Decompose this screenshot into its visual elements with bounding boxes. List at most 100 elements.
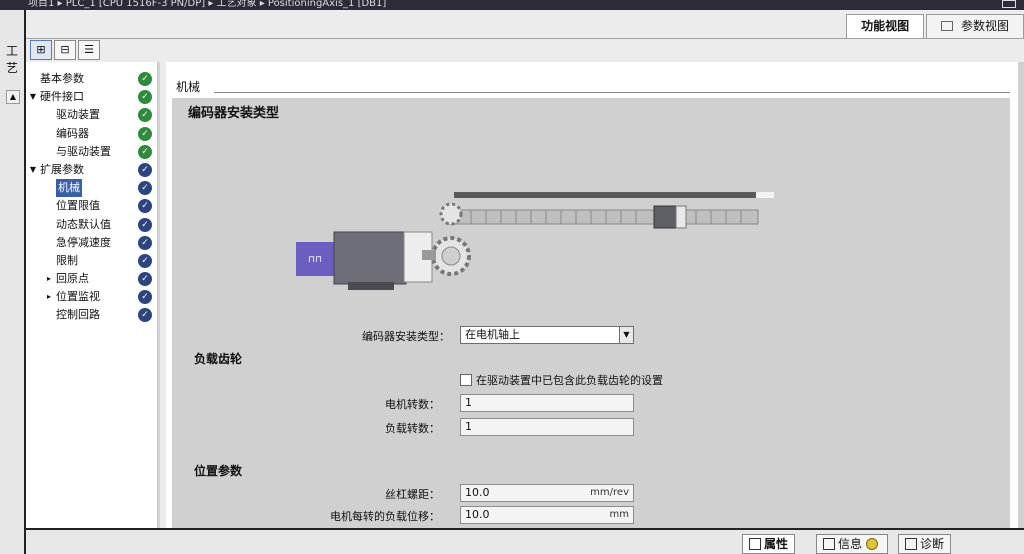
checkmark-icon: ✓ <box>138 235 152 250</box>
load-per-rev-value: 10.0 <box>465 508 490 521</box>
tree-item[interactable]: 基本参数 ✓ <box>26 70 157 88</box>
load-revolutions-field[interactable]: 1 <box>460 418 634 436</box>
tab-properties-label: 属性 <box>764 537 789 551</box>
tree-item[interactable]: 编码器 ✓ <box>26 125 157 143</box>
content-area: 机械 编码器安装类型 ⊓⊓ 编码器安装类型： 在电机轴上 ▼ 负载齿轮 在驱动装… <box>166 62 1018 528</box>
load-gear-heading: 负载齿轮 <box>194 352 243 366</box>
window-restore-icon[interactable] <box>1002 0 1016 8</box>
lead-screw-pitch-field[interactable]: 10.0 mm/rev <box>460 484 634 502</box>
info-icon <box>823 538 835 550</box>
tree-item-label: 机械 <box>56 179 82 198</box>
tree-item[interactable]: ▼ 扩展参数 ✓ <box>26 161 157 179</box>
checkmark-icon: ✓ <box>138 90 152 105</box>
motor-revolutions-label: 电机转数： <box>385 398 440 411</box>
tree-splitter[interactable] <box>158 62 160 528</box>
window-title-bar: 项目1 ▸ PLC_1 [CPU 1516F-3 PN/DP] ▸ 工艺对象 ▸… <box>0 0 1024 10</box>
list-icon[interactable]: ☰ <box>78 40 100 60</box>
tab-info[interactable]: 信息 <box>816 534 888 554</box>
tree-item-label: 编码器 <box>56 126 89 140</box>
tabs-divider <box>26 38 1024 39</box>
collapsed-arrow-icon[interactable]: ▸ <box>44 288 54 306</box>
scroll-up-icon[interactable]: ▲ <box>6 90 20 104</box>
tree-item[interactable]: ▼ 硬件接口 ✓ <box>26 88 157 106</box>
motor-revolutions-value: 1 <box>465 396 472 409</box>
checkmark-icon: ✓ <box>138 144 152 159</box>
collapsed-arrow-icon[interactable]: ▸ <box>44 270 54 288</box>
navigation-tree: 基本参数 ✓ ▼ 硬件接口 ✓ 驱动装置 ✓ 编码器 ✓ 与驱动装置 ✓ ▼ 扩展参数 ✓ 机械 ✓ 位置限值 ✓… <box>26 62 158 528</box>
motor-revolutions-field[interactable]: 1 <box>460 394 634 412</box>
section-divider <box>214 92 1010 93</box>
tree-item-label: 动态默认值 <box>56 217 111 231</box>
lead-screw-pitch-value: 10.0 <box>465 486 490 499</box>
svg-text:⊓⊓: ⊓⊓ <box>308 255 322 265</box>
tree-item[interactable]: ▸ 位置监视 ✓ <box>26 288 157 306</box>
vertical-scrollbar[interactable] <box>1018 62 1024 528</box>
expand-arrow-icon[interactable]: ▼ <box>28 88 38 106</box>
load-gear-checkbox-label: 在驱动装置中已包含此负载齿轮的设置 <box>476 374 663 387</box>
tree-item-label: 扩展参数 <box>40 162 84 176</box>
screw-shaft-icon <box>445 205 759 229</box>
load-revolutions-label: 负载转数： <box>385 422 440 435</box>
checkmark-icon: ✓ <box>138 199 152 214</box>
checkmark-icon: ✓ <box>138 308 152 323</box>
checkmark-icon: ✓ <box>138 72 152 86</box>
inspector-tabs-bar: 属性 信息 诊断 <box>26 528 1024 554</box>
load-gear-checkbox-row[interactable]: 在驱动装置中已包含此负载齿轮的设置 <box>460 372 663 388</box>
load-gear-checkbox[interactable] <box>460 374 472 386</box>
tree-item[interactable]: 动态默认值 ✓ <box>26 216 157 234</box>
load-per-rev-unit: mm <box>609 509 629 520</box>
tree-item[interactable]: 与驱动装置 ✓ <box>26 143 157 161</box>
tree-item-label: 硬件接口 <box>40 90 84 104</box>
tab-function-view[interactable]: 功能视图 <box>846 14 925 38</box>
tree-item[interactable]: 急停减速度 ✓ <box>26 234 157 252</box>
motor-icon: ⊓⊓ <box>296 231 436 290</box>
left-frame-label[interactable]: 工艺 <box>2 42 22 75</box>
tab-diagnostics-label: 诊断 <box>920 537 945 551</box>
left-frame: 工艺 ▲ <box>0 10 26 554</box>
section-heading: 机械 <box>176 80 201 94</box>
tree-item[interactable]: 限制 ✓ <box>26 252 157 270</box>
load-per-rev-field[interactable]: 10.0 mm <box>460 506 634 524</box>
tree-item-label: 驱动装置 <box>56 108 100 122</box>
tree-item-label: 基本参数 <box>40 72 84 85</box>
checkmark-icon: ✓ <box>138 108 152 123</box>
encoder-mount-value: 在电机轴上 <box>465 328 520 341</box>
tree-item-label: 回原点 <box>56 272 89 286</box>
expand-arrow-icon[interactable]: ▼ <box>28 161 38 179</box>
tree-item-label: 与驱动装置 <box>56 144 111 158</box>
main-panel: 功能视图 参数视图 ⊞ ⊟ ☰ 基本参数 ✓ ▼ 硬件接口 ✓ 驱动装置 ✓ 编码器 ✓ 与驱动装… <box>26 10 1024 528</box>
checkmark-icon: ✓ <box>138 290 152 305</box>
checkmark-icon: ✓ <box>138 217 152 232</box>
load-per-rev-label: 电机每转的负载位移： <box>330 510 440 523</box>
mechanics-illustration: ⊓⊓ <box>296 192 774 290</box>
encoder-mount-select[interactable]: 在电机轴上 ▼ <box>460 326 634 344</box>
tab-diagnostics[interactable]: 诊断 <box>898 534 952 554</box>
tree-item[interactable]: 驱动装置 ✓ <box>26 106 157 124</box>
expand-icon[interactable]: ⊞ <box>30 40 52 60</box>
tree-item-label: 控制回路 <box>56 308 100 322</box>
checkmark-icon: ✓ <box>138 162 152 177</box>
mechanics-form: 编码器安装类型 ⊓⊓ 编码器安装类型： 在电机轴上 ▼ 负载齿轮 在驱动装置中已… <box>172 98 1010 528</box>
tree-item-label: 限制 <box>56 253 78 267</box>
tree-item[interactable]: 控制回路 ✓ <box>26 306 157 324</box>
dropdown-arrow-icon[interactable]: ▼ <box>619 327 633 343</box>
checkmark-icon: ✓ <box>138 272 152 287</box>
tree-item[interactable]: 位置限值 ✓ <box>26 197 157 215</box>
tab-parameter-view-label: 参数视图 <box>960 19 1009 33</box>
tab-function-view-label: 功能视图 <box>861 19 910 33</box>
view-tabs: 功能视图 参数视图 <box>844 14 1024 38</box>
encoder-mount-label: 编码器安装类型： <box>362 330 450 343</box>
properties-icon <box>749 538 761 550</box>
checkmark-icon: ✓ <box>138 181 152 196</box>
tab-info-label: 信息 <box>838 537 863 551</box>
tree-item[interactable]: ▸ 回原点 ✓ <box>26 270 157 288</box>
tab-parameter-view[interactable]: 参数视图 <box>926 14 1024 38</box>
tab-properties[interactable]: 属性 <box>742 534 796 554</box>
parameter-view-icon <box>941 21 954 31</box>
load-revolutions-value: 1 <box>465 420 472 433</box>
collapse-icon[interactable]: ⊟ <box>54 40 76 60</box>
diagnostics-icon <box>905 538 917 550</box>
tree-item[interactable]: 机械 ✓ <box>26 179 157 198</box>
lead-screw-pitch-label: 丝杠螺距： <box>385 488 440 501</box>
window-title: 项目1 ▸ PLC_1 [CPU 1516F-3 PN/DP] ▸ 工艺对象 ▸… <box>28 0 387 9</box>
